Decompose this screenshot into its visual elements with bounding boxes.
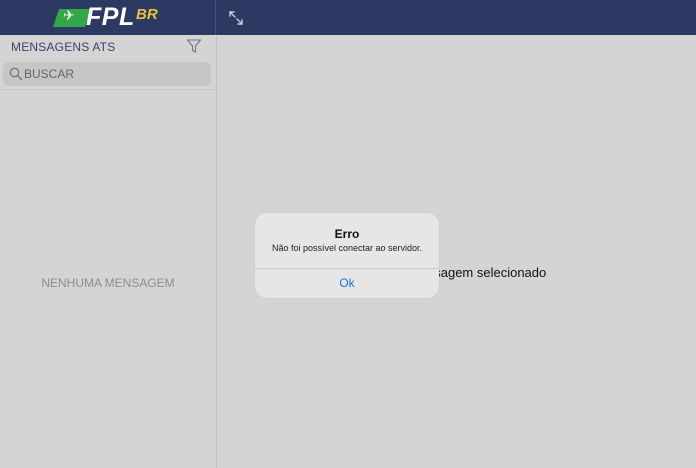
sidebar-header: MENSAGENS ATS xyxy=(0,35,216,59)
airplane-icon: ✈ xyxy=(63,7,75,23)
message-sidebar: MENSAGENS ATS NENHUMA MENSAGEM xyxy=(0,35,217,468)
search-bar[interactable] xyxy=(3,62,211,86)
search-input[interactable] xyxy=(23,64,204,84)
topbar-divider xyxy=(215,0,216,35)
funnel-icon[interactable] xyxy=(186,38,202,54)
no-message-selected-text: nsagem selecionado xyxy=(427,265,547,280)
error-alert: Erro Não foi possível conectar ao servid… xyxy=(255,213,439,298)
empty-list-text: NENHUMA MENSAGEM xyxy=(41,276,175,290)
ok-button[interactable]: Ok xyxy=(255,269,439,298)
expand-arrows-icon[interactable] xyxy=(227,9,245,27)
alert-message: Não foi possível conectar ao servidor. xyxy=(271,243,423,253)
search-icon xyxy=(9,67,23,81)
sidebar-divider xyxy=(0,89,216,90)
alert-title: Erro xyxy=(334,227,360,241)
logo-suffix: BR xyxy=(136,6,158,23)
app-logo: ✈ FPL BR xyxy=(53,3,166,31)
sidebar-title: MENSAGENS ATS xyxy=(11,40,116,54)
top-bar: ✈ FPL BR xyxy=(0,0,696,35)
logo-text: FPL xyxy=(86,3,135,31)
